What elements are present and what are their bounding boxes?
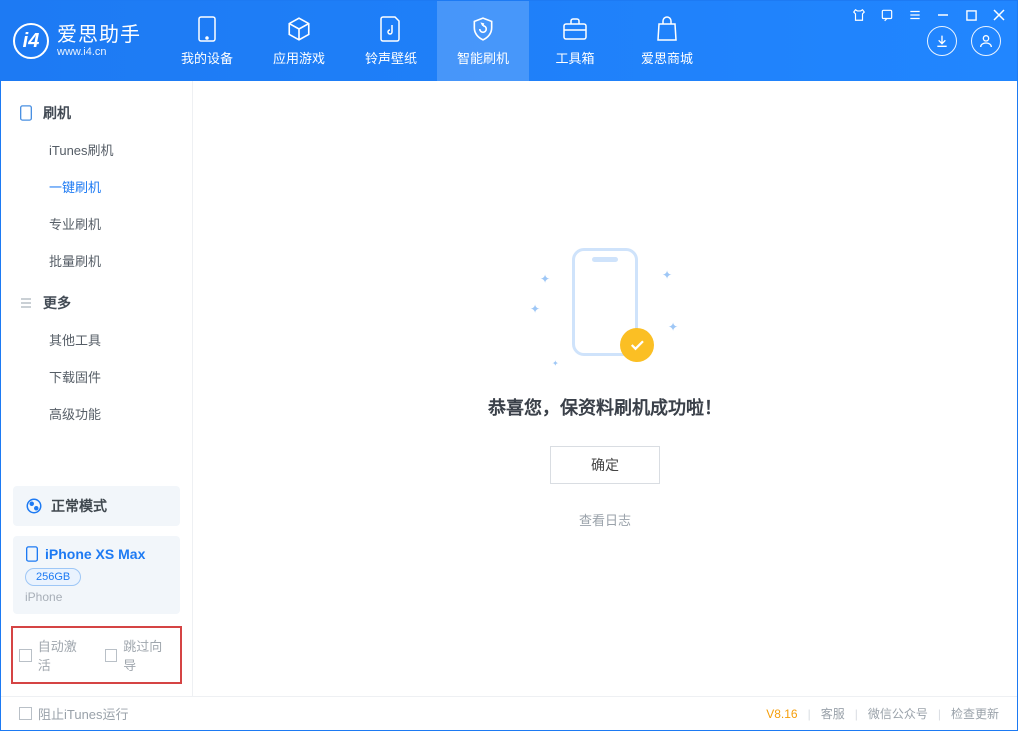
menu-icon[interactable]: [907, 7, 923, 23]
feedback-icon[interactable]: [879, 7, 895, 23]
separator: |: [855, 707, 858, 721]
main-tabs: 我的设备 应用游戏 铃声壁纸 智能刷机 工具箱 爱思商城: [161, 1, 713, 81]
device-name: iPhone XS Max: [45, 546, 145, 562]
wechat-link[interactable]: 微信公众号: [868, 705, 928, 722]
success-illustration: ✦ ✦ ✦ ✦ ✦: [530, 248, 680, 368]
logo-icon: i4: [13, 23, 49, 59]
sparkle-icon: ✦: [540, 272, 550, 286]
checkbox-auto-activate[interactable]: 自动激活: [19, 636, 89, 674]
shield-refresh-icon: [470, 16, 496, 42]
view-log-link[interactable]: 查看日志: [579, 510, 631, 529]
phone-icon: [19, 105, 35, 121]
device-storage: 256GB: [25, 568, 81, 586]
maximize-button[interactable]: [963, 7, 979, 23]
cube-icon: [286, 16, 312, 42]
sidebar: 刷机 iTunes刷机 一键刷机 专业刷机 批量刷机 更多 其他工具 下载固件 …: [1, 81, 193, 696]
bag-icon: [655, 16, 679, 42]
separator: |: [808, 707, 811, 721]
device-phone-icon: [25, 546, 39, 562]
sidebar-item-download-firmware[interactable]: 下载固件: [1, 358, 192, 395]
tab-ringtone-wallpaper[interactable]: 铃声壁纸: [345, 1, 437, 81]
sidebar-section-flash: 刷机: [1, 95, 192, 131]
sparkle-icon: ✦: [662, 268, 672, 282]
sparkle-icon: ✦: [552, 359, 559, 368]
toolbox-icon: [562, 16, 588, 42]
tab-label: 铃声壁纸: [365, 48, 417, 67]
separator: |: [938, 707, 941, 721]
checkbox-icon: [105, 649, 118, 662]
check-badge-icon: [620, 328, 654, 362]
options-highlighted: 自动激活 跳过向导: [11, 626, 182, 684]
music-file-icon: [380, 16, 402, 42]
checkbox-label: 阻止iTunes运行: [38, 704, 129, 723]
sidebar-item-oneclick-flash[interactable]: 一键刷机: [1, 168, 192, 205]
app-logo: i4 爱思助手 www.i4.cn: [13, 23, 141, 59]
sidebar-item-other-tools[interactable]: 其他工具: [1, 321, 192, 358]
status-bar: 阻止iTunes运行 V8.16 | 客服 | 微信公众号 | 检查更新: [1, 696, 1017, 730]
mode-card[interactable]: 正常模式: [13, 486, 180, 526]
checkbox-label: 跳过向导: [123, 636, 174, 674]
success-message: 恭喜您，保资料刷机成功啦！: [488, 394, 722, 420]
app-title: 爱思助手: [57, 24, 141, 46]
checkbox-icon: [19, 707, 32, 720]
tab-label: 应用游戏: [273, 48, 325, 67]
ok-button[interactable]: 确定: [550, 446, 660, 484]
list-icon: [19, 296, 35, 310]
tab-label: 智能刷机: [457, 48, 509, 67]
mode-icon: [25, 497, 43, 515]
checkbox-icon: [19, 649, 32, 662]
mode-label: 正常模式: [51, 496, 107, 516]
sidebar-item-batch-flash[interactable]: 批量刷机: [1, 242, 192, 279]
sidebar-item-advanced[interactable]: 高级功能: [1, 395, 192, 432]
section-label: 更多: [43, 293, 71, 313]
device-icon: [198, 16, 216, 42]
section-label: 刷机: [43, 103, 71, 123]
app-url: www.i4.cn: [57, 46, 141, 58]
device-type: iPhone: [25, 590, 168, 604]
tab-store[interactable]: 爱思商城: [621, 1, 713, 81]
version-label: V8.16: [766, 707, 797, 721]
checkbox-block-itunes[interactable]: 阻止iTunes运行: [19, 704, 129, 723]
close-button[interactable]: [991, 7, 1007, 23]
tab-toolbox[interactable]: 工具箱: [529, 1, 621, 81]
support-link[interactable]: 客服: [821, 705, 845, 722]
minimize-button[interactable]: [935, 7, 951, 23]
sidebar-item-pro-flash[interactable]: 专业刷机: [1, 205, 192, 242]
checkbox-skip-guide[interactable]: 跳过向导: [105, 636, 175, 674]
tab-smart-flash[interactable]: 智能刷机: [437, 1, 529, 81]
user-button[interactable]: [971, 26, 1001, 56]
checkbox-label: 自动激活: [38, 636, 89, 674]
tab-apps-games[interactable]: 应用游戏: [253, 1, 345, 81]
check-update-link[interactable]: 检查更新: [951, 705, 999, 722]
skin-icon[interactable]: [851, 7, 867, 23]
download-button[interactable]: [927, 26, 957, 56]
main-content: ✦ ✦ ✦ ✦ ✦ 恭喜您，保资料刷机成功啦！ 确定 查看日志: [193, 81, 1017, 696]
sparkle-icon: ✦: [530, 302, 540, 316]
tab-label: 我的设备: [181, 48, 233, 67]
sparkle-icon: ✦: [668, 320, 678, 334]
window-controls: [851, 7, 1007, 23]
tab-label: 工具箱: [555, 48, 594, 67]
device-card[interactable]: iPhone XS Max 256GB iPhone: [13, 536, 180, 614]
sidebar-section-more: 更多: [1, 285, 192, 321]
sidebar-item-itunes-flash[interactable]: iTunes刷机: [1, 131, 192, 168]
tab-my-device[interactable]: 我的设备: [161, 1, 253, 81]
tab-label: 爱思商城: [641, 48, 693, 67]
